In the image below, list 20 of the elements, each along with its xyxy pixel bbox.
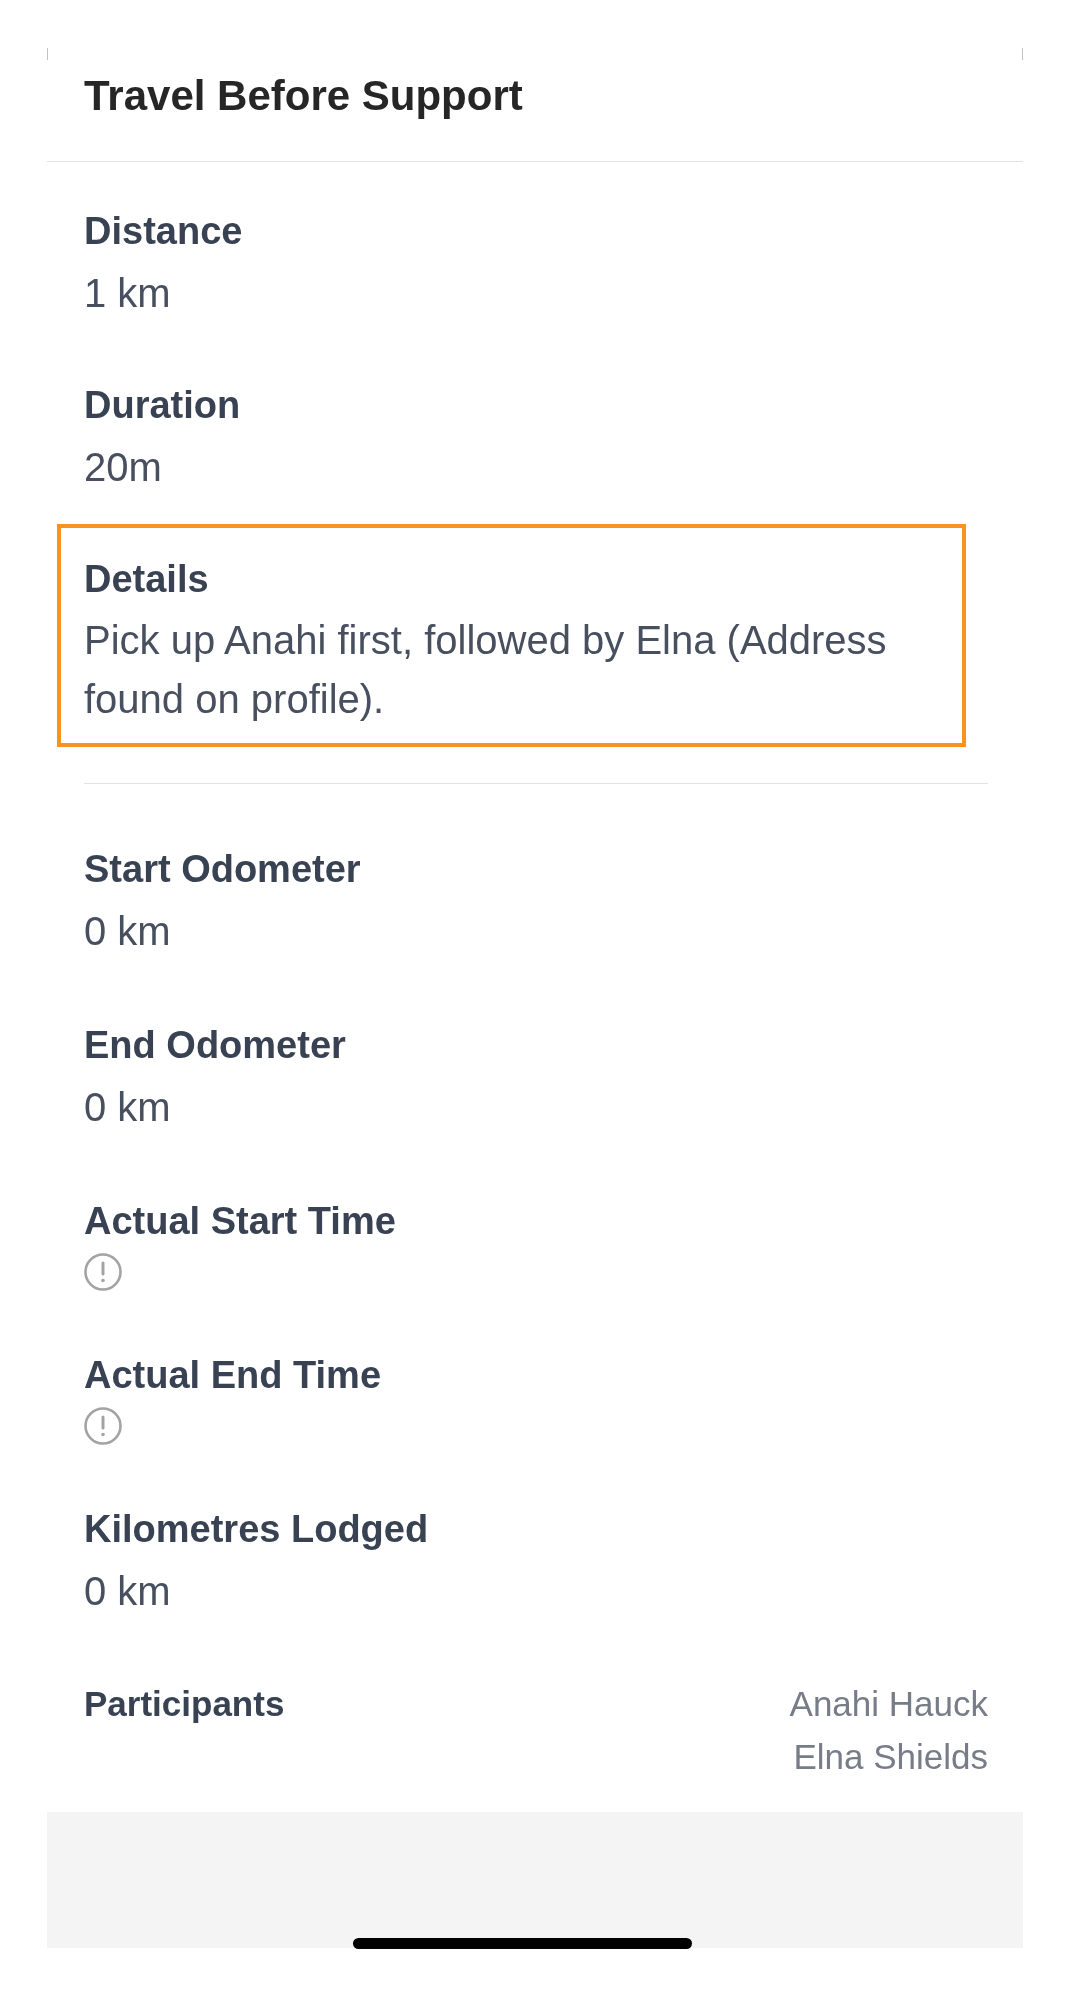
participant-name: Anahi Hauck — [789, 1683, 988, 1725]
field-value: 0 km — [84, 1084, 171, 1131]
field-label: Duration — [84, 383, 241, 428]
field-label: Kilometres Lodged — [84, 1507, 429, 1552]
participant-name: Elna Shields — [793, 1736, 988, 1778]
field-value: Pick up Anahi first, followed by Elna (Address found on profile). — [84, 617, 888, 723]
field-label: Details — [84, 557, 209, 602]
field-value: 0 km — [84, 1568, 171, 1615]
field-label: Actual End Time — [84, 1353, 382, 1398]
field-value: 0 km — [84, 908, 171, 955]
field-label: End Odometer — [84, 1023, 346, 1068]
exclamation-circle-icon — [84, 1253, 122, 1291]
page-title: Travel Before Support — [84, 71, 523, 121]
field-value: 20m — [84, 444, 162, 491]
field-label: Distance — [84, 209, 243, 254]
exclamation-circle-icon — [84, 1407, 122, 1445]
field-label: Actual Start Time — [84, 1199, 396, 1244]
field-value: 1 km — [84, 270, 171, 317]
field-label: Participants — [84, 1683, 285, 1725]
field-label: Start Odometer — [84, 847, 361, 892]
